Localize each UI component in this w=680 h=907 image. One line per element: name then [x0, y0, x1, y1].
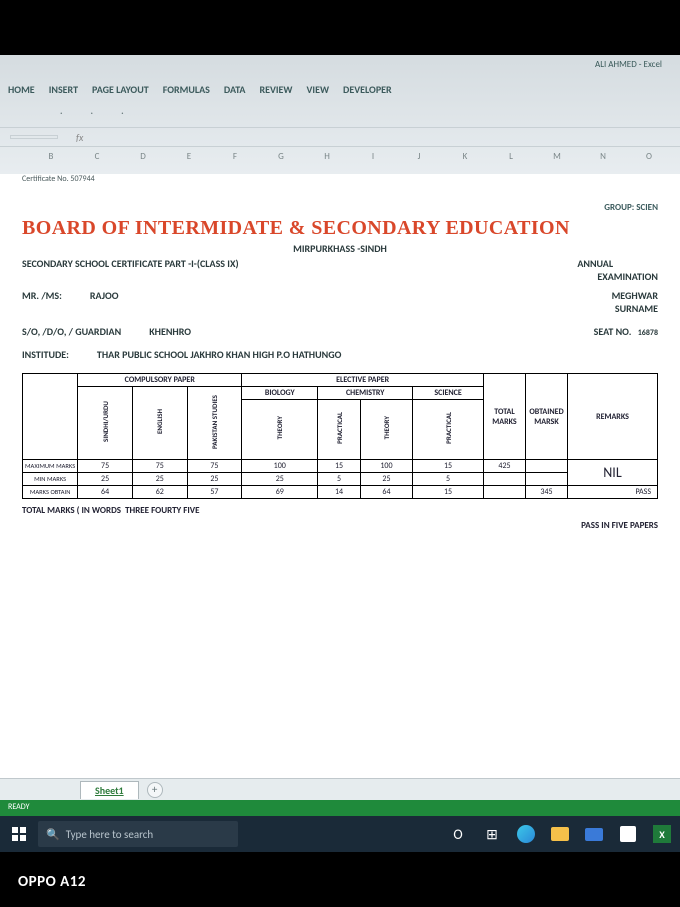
examination-label: EXAMINATION: [597, 270, 658, 283]
max-label: MAXIMUM MARKS: [23, 460, 78, 473]
min-label: MIN MARKS: [23, 473, 78, 486]
pakstudies-header: PAKISTAN STUDIES: [210, 395, 219, 449]
col-header[interactable]: B: [28, 151, 74, 162]
tab-developer[interactable]: DEVELOPER: [343, 83, 392, 96]
sheet-tab-1[interactable]: Sheet1: [80, 781, 139, 799]
worksheet[interactable]: Certificate No. 507944 GROUP: SCIEN BOAR…: [0, 174, 680, 778]
explorer-icon[interactable]: [548, 822, 572, 846]
biology-header: BIOLOGY: [242, 387, 318, 400]
tab-page-layout[interactable]: PAGE LAYOUT: [92, 83, 149, 96]
total-words: TOTAL MARKS ( IN WORDS THREE FOURTY FIVE: [22, 505, 658, 516]
search-input[interactable]: 🔍 Type here to search: [38, 821, 238, 847]
start-button[interactable]: [6, 821, 32, 847]
windows-icon: [12, 827, 26, 841]
col-header[interactable]: E: [166, 151, 212, 162]
theory-header: THEORY: [275, 416, 284, 439]
camera-watermark: OPPO A12: [18, 873, 86, 891]
table-row: MIN MARKS 25 25 25 25 5 25 5: [23, 473, 658, 486]
table-row: MAXIMUM MARKS 75 75 75 100 15 100 15 425…: [23, 460, 658, 473]
excel-icon[interactable]: X: [650, 822, 674, 846]
col-header[interactable]: N: [580, 151, 626, 162]
chemistry-header: CHEMISTRY: [318, 387, 413, 400]
col-header[interactable]: K: [442, 151, 488, 162]
elective-header: ELECTIVE PAPER: [242, 374, 484, 387]
remarks-header: REMARKS: [596, 412, 629, 422]
seat-no: 16878: [638, 328, 658, 338]
column-headers: B C D E F G H I J K L M N O: [0, 147, 680, 174]
tab-home[interactable]: HOME: [8, 83, 35, 96]
account-label: ALI AHMED - Excel: [595, 59, 662, 70]
nil-remark: NIL: [568, 460, 658, 486]
obtained-header: OBTAINED MARSK: [529, 407, 563, 427]
table-row: MARKS OBTAIN 64 62 57 69 14 64 15 345 PA…: [23, 486, 658, 499]
sindhi-header: SINDHI/URDU: [101, 401, 110, 442]
pass-remark: PASS: [568, 486, 658, 499]
col-header[interactable]: G: [258, 151, 304, 162]
col-header[interactable]: F: [212, 151, 258, 162]
col-header[interactable]: H: [304, 151, 350, 162]
institute-name: THAR PUBLIC SCHOOL JAKHRO KHAN HIGH P.O …: [97, 348, 341, 361]
guardian-label: S/O, /D/O, / GUARDIAN: [22, 325, 121, 338]
part-label: SECONDARY SCHOOL CERTIFICATE PART -I-(CL…: [22, 257, 239, 283]
col-header[interactable]: O: [626, 151, 672, 162]
col-header[interactable]: J: [396, 151, 442, 162]
toolbar-slot: ·: [121, 106, 124, 119]
total-header: TOTAL MARKS: [492, 407, 516, 427]
certificate-no: Certificate No. 507944: [22, 174, 658, 184]
formula-bar[interactable]: fx: [0, 127, 680, 147]
fx-icon[interactable]: fx: [76, 131, 83, 144]
col-header[interactable]: C: [74, 151, 120, 162]
sheet-tabs: Sheet1 +: [0, 778, 680, 800]
ribbon-tabs: HOME INSERT PAGE LAYOUT FORMULAS DATA RE…: [0, 77, 680, 106]
obt-label: MARKS OBTAIN: [23, 486, 78, 499]
practical-header-2: PRACTICAL: [444, 412, 453, 444]
compulsory-header: COMPULSORY PAPER: [78, 374, 242, 387]
science-header: SCIENCE: [413, 387, 484, 400]
name-box[interactable]: [10, 135, 58, 139]
col-header[interactable]: L: [488, 151, 534, 162]
toolbar: · · ·: [0, 106, 680, 127]
new-sheet-button[interactable]: +: [147, 782, 163, 798]
tab-review[interactable]: REVIEW: [259, 83, 292, 96]
cortana-icon[interactable]: O: [446, 822, 470, 846]
excel-window: ALI AHMED - Excel HOME INSERT PAGE LAYOU…: [0, 55, 680, 852]
surname-label: SURNAME: [615, 302, 658, 315]
theory-header-2: THEORY: [382, 416, 391, 439]
board-title: BOARD OF INTERMIDATE & SECONDARY EDUCATI…: [22, 217, 658, 240]
surname-value: MEGHWAR: [612, 289, 658, 302]
titlebar: ALI AHMED - Excel: [0, 55, 680, 77]
edge-icon[interactable]: [514, 822, 538, 846]
group-label: GROUP: SCIEN: [22, 202, 658, 213]
col-header[interactable]: I: [350, 151, 396, 162]
search-icon: 🔍: [46, 828, 60, 841]
tab-insert[interactable]: INSERT: [49, 83, 78, 96]
seat-label: SEAT NO.: [594, 325, 632, 338]
taskbar: 🔍 Type here to search O ⊞ X: [0, 816, 680, 852]
statusbar: READY: [0, 800, 680, 816]
toolbar-slot: ·: [60, 106, 63, 119]
student-name: RAJOO: [90, 289, 119, 302]
status-ready: READY: [8, 802, 29, 812]
tab-view[interactable]: VIEW: [307, 83, 330, 96]
guardian-name: KHENHRO: [149, 325, 191, 338]
store-icon[interactable]: [616, 822, 640, 846]
practical-header: PRACTICAL: [335, 412, 344, 444]
institute-label: INSTITUDE:: [22, 348, 69, 361]
tab-formulas[interactable]: FORMULAS: [163, 83, 210, 96]
location: MIRPURKHASS -SINDH: [22, 242, 658, 255]
col-header[interactable]: M: [534, 151, 580, 162]
mail-icon[interactable]: [582, 822, 606, 846]
annual-label: ANNUAL: [577, 257, 613, 270]
task-view-icon[interactable]: ⊞: [480, 822, 504, 846]
col-header[interactable]: D: [120, 151, 166, 162]
marks-table: COMPULSORY PAPER ELECTIVE PAPER TOTAL MA…: [22, 373, 658, 499]
mrms-label: MR. /MS:: [22, 289, 62, 302]
pass-in-papers: PASS IN FIVE PAPERS: [22, 520, 658, 531]
toolbar-slot: ·: [91, 106, 94, 119]
english-header: ENGLISH: [155, 409, 164, 434]
search-placeholder: Type here to search: [66, 828, 154, 841]
tab-data[interactable]: DATA: [224, 83, 246, 96]
